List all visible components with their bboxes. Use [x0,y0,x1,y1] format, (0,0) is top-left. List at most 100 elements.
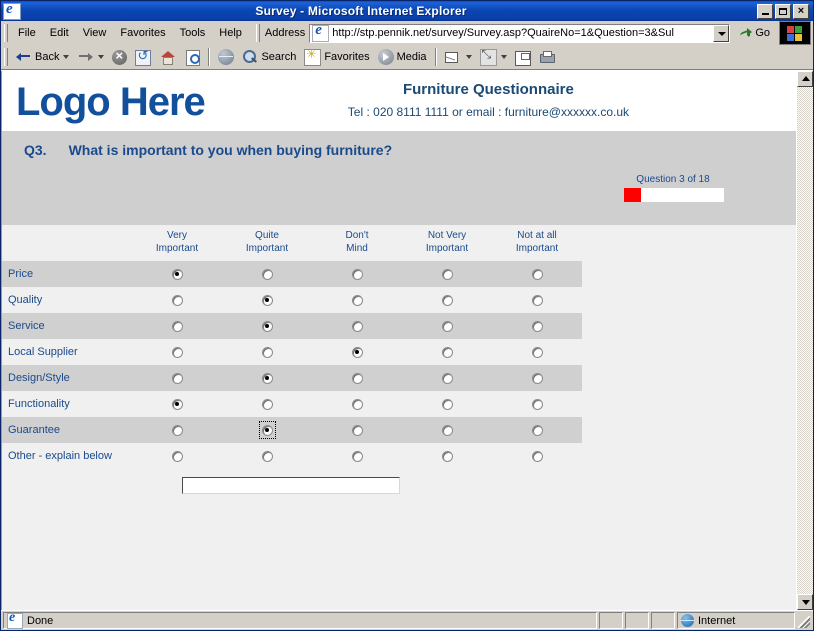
other-explain-input[interactable] [182,477,400,494]
survey-radio-cell[interactable] [492,261,582,287]
radio-option[interactable] [350,396,365,412]
radio-unselected-icon[interactable] [441,450,453,462]
radio-option[interactable] [350,292,365,308]
scroll-down-arrow-icon[interactable] [797,594,813,610]
survey-radio-cell[interactable] [402,287,492,313]
survey-radio-cell[interactable] [312,339,402,365]
radio-option[interactable] [170,344,185,360]
radio-unselected-icon[interactable] [441,268,453,280]
radio-option[interactable] [440,370,455,386]
survey-radio-cell[interactable] [132,339,222,365]
mail-chevron-down-icon[interactable] [465,55,472,59]
search-button[interactable]: Search [238,48,300,66]
radio-selected-icon[interactable] [261,424,273,436]
radio-selected-icon[interactable] [171,398,183,410]
menu-item-file[interactable]: File [11,25,43,41]
survey-radio-cell[interactable] [132,391,222,417]
radio-option[interactable] [530,318,545,334]
minimize-button[interactable] [757,3,773,19]
radio-option[interactable] [440,266,455,282]
forward-button[interactable] [73,48,108,67]
resize-grip[interactable] [797,612,811,629]
address-input[interactable]: http://stp.pennik.net/survey/Survey.asp?… [309,23,731,43]
survey-radio-cell[interactable] [222,443,312,469]
radio-option[interactable] [530,448,545,464]
survey-radio-cell[interactable] [492,313,582,339]
survey-radio-cell[interactable] [492,365,582,391]
radio-option[interactable] [530,292,545,308]
radio-unselected-icon[interactable] [171,372,183,384]
radio-unselected-icon[interactable] [171,450,183,462]
back-history-chevron-down-icon[interactable] [63,55,70,59]
radio-selected-icon[interactable] [261,294,273,306]
survey-radio-cell[interactable] [222,313,312,339]
radio-option[interactable] [260,344,275,360]
scroll-up-arrow-icon[interactable] [797,71,813,87]
survey-radio-cell[interactable] [222,365,312,391]
radio-unselected-icon[interactable] [351,398,363,410]
radio-option[interactable] [170,396,185,412]
radio-unselected-icon[interactable] [351,268,363,280]
radio-option[interactable] [350,318,365,334]
back-button[interactable]: Back [11,48,73,67]
radio-option[interactable] [440,344,455,360]
fullscreen-button[interactable] [511,48,535,67]
radio-unselected-icon[interactable] [261,346,273,358]
radio-option[interactable] [260,448,275,464]
radio-unselected-icon[interactable] [351,424,363,436]
favorites-button[interactable]: Favorites [300,47,373,67]
radio-option[interactable] [170,318,185,334]
survey-radio-cell[interactable] [132,443,222,469]
radio-option[interactable] [260,370,275,386]
radio-unselected-icon[interactable] [351,372,363,384]
radio-option[interactable] [530,370,545,386]
radio-unselected-icon[interactable] [441,320,453,332]
survey-radio-cell[interactable] [222,339,312,365]
radio-option[interactable] [440,448,455,464]
survey-radio-cell[interactable] [312,313,402,339]
radio-option[interactable] [350,266,365,282]
maximize-button[interactable] [775,3,791,19]
home-button[interactable] [155,48,180,67]
survey-radio-cell[interactable] [312,417,402,443]
radio-option[interactable] [440,396,455,412]
radio-unselected-icon[interactable] [531,424,543,436]
radio-unselected-icon[interactable] [351,320,363,332]
radio-option[interactable] [440,318,455,334]
survey-radio-cell[interactable] [132,287,222,313]
address-dropdown-icon[interactable] [713,24,730,42]
radio-unselected-icon[interactable] [351,450,363,462]
mail-button[interactable] [441,48,476,66]
radio-selected-icon[interactable] [261,372,273,384]
radio-option[interactable] [260,396,275,412]
survey-radio-cell[interactable] [402,261,492,287]
radio-option[interactable] [260,318,275,334]
edit-chevron-down-icon[interactable] [500,55,507,59]
radio-unselected-icon[interactable] [531,450,543,462]
radio-unselected-icon[interactable] [441,294,453,306]
forward-history-chevron-down-icon[interactable] [98,55,105,59]
radio-unselected-icon[interactable] [531,372,543,384]
radio-unselected-icon[interactable] [531,346,543,358]
survey-radio-cell[interactable] [222,417,312,443]
print-button[interactable] [535,48,560,66]
survey-radio-cell[interactable] [132,365,222,391]
radio-unselected-icon[interactable] [171,424,183,436]
radio-unselected-icon[interactable] [171,320,183,332]
radio-unselected-icon[interactable] [531,320,543,332]
survey-radio-cell[interactable] [492,443,582,469]
radio-option[interactable] [170,448,185,464]
stop-button[interactable] [108,48,131,66]
radio-option[interactable] [440,422,455,438]
radio-unselected-icon[interactable] [441,424,453,436]
survey-radio-cell[interactable] [492,287,582,313]
radio-option[interactable] [350,422,365,438]
radio-unselected-icon[interactable] [171,294,183,306]
survey-radio-cell[interactable] [222,287,312,313]
radio-unselected-icon[interactable] [261,450,273,462]
radio-option[interactable] [258,421,276,439]
go-button[interactable]: Go [736,25,775,41]
menu-item-edit[interactable]: Edit [43,25,76,41]
radio-unselected-icon[interactable] [351,294,363,306]
radio-option[interactable] [530,396,545,412]
